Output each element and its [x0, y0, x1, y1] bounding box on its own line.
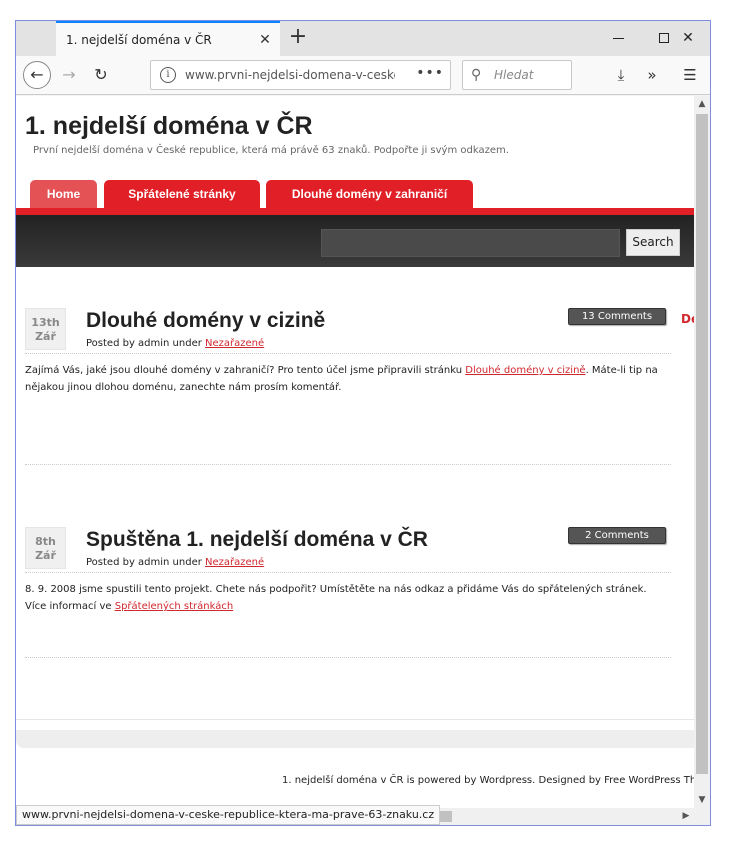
- menu-item-home[interactable]: Home: [30, 180, 97, 208]
- page-viewport: 1. nejdelší doména v ČR První nejdelší d…: [16, 96, 694, 808]
- sidebar-link-partial[interactable]: De: [681, 312, 694, 326]
- tab-title: 1. nejdelší doména v ČR: [66, 32, 212, 47]
- footer-divider: [16, 719, 694, 720]
- post-meta-prefix: Posted by admin under: [86, 338, 206, 349]
- meta-divider: [25, 353, 671, 354]
- plus-icon[interactable]: +: [286, 25, 310, 51]
- forward-arrow-icon[interactable]: →: [58, 62, 80, 88]
- status-bar: www.prvni-nejdelsi-domena-v-ceske-republ…: [16, 805, 441, 825]
- more-dots-icon[interactable]: •••: [416, 65, 444, 81]
- post-body: 8. 9. 2008 jsme spustili tento projekt. …: [25, 581, 671, 615]
- tab-active[interactable]: 1. nejdelší doména v ČR ✕: [56, 21, 280, 56]
- reload-icon[interactable]: ↻: [90, 62, 112, 88]
- menu-underline: [16, 208, 694, 215]
- date-month: Zář: [35, 330, 56, 343]
- close-window-button[interactable]: ✕: [665, 21, 710, 56]
- tab-strip: 1. nejdelší doména v ČR ✕ + ✕: [16, 21, 710, 56]
- site-title[interactable]: 1. nejdelší doména v ČR: [25, 112, 313, 141]
- meta-divider: [25, 572, 671, 573]
- site-search-button[interactable]: Search: [626, 229, 680, 256]
- menu-item-friends[interactable]: Spřátelené stránky: [104, 180, 260, 208]
- post-title[interactable]: Dlouhé domény v cizině: [86, 309, 325, 333]
- back-arrow-icon[interactable]: ←: [23, 61, 51, 89]
- date-day: 13th: [31, 316, 60, 329]
- url-text[interactable]: www.prvni-nejdelsi-domena-v-ceske-republ…: [185, 68, 395, 82]
- scroll-down-icon[interactable]: ▼: [694, 792, 710, 808]
- close-icon[interactable]: ✕: [256, 31, 274, 49]
- browser-search-field[interactable]: ⚲ Hledat: [462, 60, 572, 90]
- hamburger-icon[interactable]: ☰: [678, 62, 702, 88]
- scroll-right-icon[interactable]: ▶: [678, 808, 694, 825]
- date-badge: 13th Zář: [25, 308, 66, 350]
- post-text: Zajímá Vás, jaké jsou dlouhé domény v za…: [25, 365, 466, 376]
- minimize-button[interactable]: [595, 21, 641, 56]
- menu-item-long-domains[interactable]: Dlouhé domény v zahraničí: [266, 180, 473, 208]
- post-meta: Posted by admin under Nezařazené: [86, 557, 264, 568]
- url-bar[interactable]: i www.prvni-nejdelsi-domena-v-ceske-repu…: [150, 60, 451, 90]
- date-badge: 8th Zář: [25, 527, 66, 569]
- scrollbar-thumb[interactable]: [696, 114, 708, 774]
- comments-button[interactable]: 13 Comments: [568, 308, 666, 325]
- post-meta: Posted by admin under Nezařazené: [86, 338, 264, 349]
- download-icon[interactable]: ⤓: [609, 62, 633, 88]
- browser-window: 1. nejdelší doména v ČR ✕ + ✕ ← → ↻ i ww…: [15, 20, 711, 826]
- category-link[interactable]: Nezařazené: [205, 338, 264, 349]
- post-link[interactable]: Dlouhé domény v cizině: [465, 365, 585, 376]
- category-link[interactable]: Nezařazené: [205, 557, 264, 568]
- post-meta-prefix: Posted by admin under: [86, 557, 206, 568]
- chevrons-right-icon[interactable]: »: [640, 62, 664, 88]
- scroll-up-icon[interactable]: ▲: [694, 96, 710, 112]
- search-icon: ⚲: [471, 67, 482, 83]
- vertical-scrollbar[interactable]: ▲ ▼: [694, 96, 710, 808]
- site-description: První nejdelší doména v České republice,…: [33, 145, 509, 156]
- footer-bar: [16, 730, 694, 748]
- footer-text: 1. nejdelší doména v ČR is powered by Wo…: [282, 775, 694, 786]
- post-link[interactable]: Spřátelených stránkách: [115, 601, 234, 612]
- search-placeholder: Hledat: [494, 68, 534, 82]
- date-month: Zář: [35, 549, 56, 562]
- post-title[interactable]: Spuštěna 1. nejdelší doména v ČR: [86, 528, 428, 552]
- post-divider: [25, 464, 671, 465]
- post-divider: [25, 657, 671, 658]
- navigation-toolbar: ← → ↻ i www.prvni-nejdelsi-domena-v-cesk…: [16, 56, 710, 95]
- info-icon[interactable]: i: [160, 67, 176, 83]
- site-search-input[interactable]: [321, 229, 620, 257]
- comments-button[interactable]: 2 Comments: [568, 527, 666, 544]
- date-day: 8th: [35, 535, 56, 548]
- post-body: Zajímá Vás, jaké jsou dlouhé domény v za…: [25, 362, 671, 396]
